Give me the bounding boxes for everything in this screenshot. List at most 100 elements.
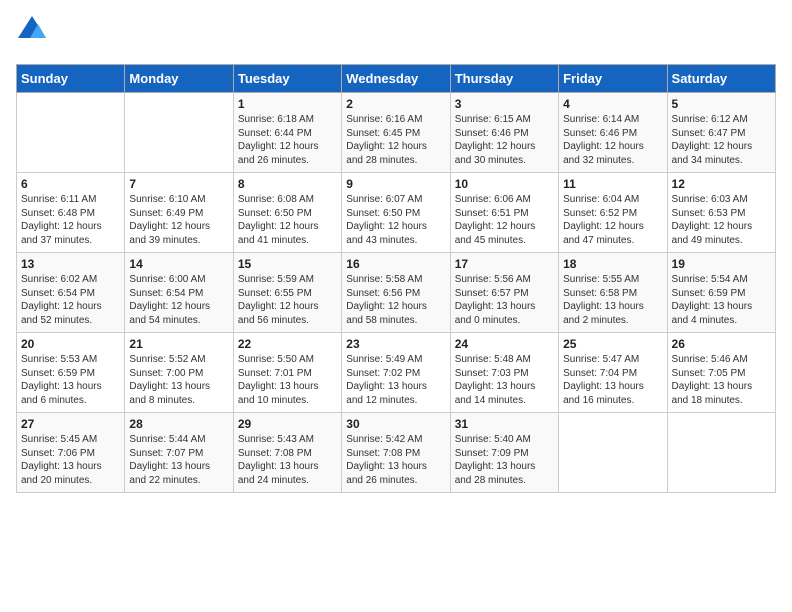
day-info: Sunrise: 5:42 AM Sunset: 7:08 PM Dayligh… [346,433,445,487]
day-cell: 19 Sunrise: 5:54 AM Sunset: 6:59 PM Dayli… [667,253,775,333]
day-info: Sunrise: 5:54 AM Sunset: 6:59 PM Dayligh… [672,273,771,327]
header [16,16,776,56]
day-number: 30 [346,417,445,431]
calendar-table: SundayMondayTuesdayWednesdayThursdayFrid… [16,64,776,493]
day-cell: 9 Sunrise: 6:07 AM Sunset: 6:50 PM Daylig… [342,173,450,253]
day-cell: 10Sunrise: 6:06 AM Sunset: 6:51 PM Dayli… [450,173,558,253]
day-number: 11 [563,177,662,191]
day-info: Sunrise: 6:16 AM Sunset: 6:45 PM Dayligh… [346,113,445,167]
day-cell: 1 Sunrise: 6:18 AM Sunset: 6:44 PM Daylig… [233,93,341,173]
day-info: Sunrise: 5:58 AM Sunset: 6:56 PM Dayligh… [346,273,445,327]
day-number: 23 [346,337,445,351]
day-info: Sunrise: 5:50 AM Sunset: 7:01 PM Dayligh… [238,353,337,407]
day-number: 7 [129,177,228,191]
header-cell-thursday: Thursday [450,65,558,93]
header-cell-monday: Monday [125,65,233,93]
day-number: 17 [455,257,554,271]
day-info: Sunrise: 6:18 AM Sunset: 6:44 PM Dayligh… [238,113,337,167]
day-info: Sunrise: 6:03 AM Sunset: 6:53 PM Dayligh… [672,193,771,247]
week-row-3: 13 Sunrise: 6:02 AM Sunset: 6:54 PM Dayli… [17,253,776,333]
day-cell: 7 Sunrise: 6:10 AM Sunset: 6:49 PM Daylig… [125,173,233,253]
day-cell: 31Sunrise: 5:40 AM Sunset: 7:09 PM Dayli… [450,413,558,493]
day-info: Sunrise: 6:10 AM Sunset: 6:49 PM Dayligh… [129,193,228,247]
day-cell: 3 Sunrise: 6:15 AM Sunset: 6:46 PM Daylig… [450,93,558,173]
header-cell-saturday: Saturday [667,65,775,93]
day-number: 4 [563,97,662,111]
day-info: Sunrise: 5:44 AM Sunset: 7:07 PM Dayligh… [129,433,228,487]
day-number: 28 [129,417,228,431]
day-info: Sunrise: 6:08 AM Sunset: 6:50 PM Dayligh… [238,193,337,247]
day-number: 12 [672,177,771,191]
day-number: 6 [21,177,120,191]
header-cell-tuesday: Tuesday [233,65,341,93]
day-number: 20 [21,337,120,351]
header-cell-wednesday: Wednesday [342,65,450,93]
day-info: Sunrise: 5:59 AM Sunset: 6:55 PM Dayligh… [238,273,337,327]
day-number: 31 [455,417,554,431]
day-number: 26 [672,337,771,351]
day-cell: 2 Sunrise: 6:16 AM Sunset: 6:45 PM Daylig… [342,93,450,173]
day-number: 24 [455,337,554,351]
day-number: 22 [238,337,337,351]
day-cell: 28 Sunrise: 5:44 AM Sunset: 7:07 PM Dayli… [125,413,233,493]
day-info: Sunrise: 6:02 AM Sunset: 6:54 PM Dayligh… [21,273,120,327]
week-row-1: 1 Sunrise: 6:18 AM Sunset: 6:44 PM Daylig… [17,93,776,173]
day-cell [17,93,125,173]
week-row-2: 6Sunrise: 6:11 AM Sunset: 6:48 PM Daylig… [17,173,776,253]
day-info: Sunrise: 5:43 AM Sunset: 7:08 PM Dayligh… [238,433,337,487]
day-info: Sunrise: 6:14 AM Sunset: 6:46 PM Dayligh… [563,113,662,167]
day-number: 5 [672,97,771,111]
logo [16,16,46,56]
day-number: 14 [129,257,228,271]
day-number: 19 [672,257,771,271]
day-number: 15 [238,257,337,271]
day-info: Sunrise: 5:52 AM Sunset: 7:00 PM Dayligh… [129,353,228,407]
day-info: Sunrise: 6:04 AM Sunset: 6:52 PM Dayligh… [563,193,662,247]
day-cell: 21 Sunrise: 5:52 AM Sunset: 7:00 PM Dayli… [125,333,233,413]
header-cell-friday: Friday [559,65,667,93]
day-cell: 29 Sunrise: 5:43 AM Sunset: 7:08 PM Dayli… [233,413,341,493]
day-info: Sunrise: 5:46 AM Sunset: 7:05 PM Dayligh… [672,353,771,407]
day-number: 1 [238,97,337,111]
day-info: Sunrise: 5:45 AM Sunset: 7:06 PM Dayligh… [21,433,120,487]
day-info: Sunrise: 5:49 AM Sunset: 7:02 PM Dayligh… [346,353,445,407]
day-cell: 17 Sunrise: 5:56 AM Sunset: 6:57 PM Dayli… [450,253,558,333]
day-cell: 22 Sunrise: 5:50 AM Sunset: 7:01 PM Dayli… [233,333,341,413]
day-cell: 20 Sunrise: 5:53 AM Sunset: 6:59 PM Dayli… [17,333,125,413]
week-row-4: 20 Sunrise: 5:53 AM Sunset: 6:59 PM Dayli… [17,333,776,413]
day-cell: 12 Sunrise: 6:03 AM Sunset: 6:53 PM Dayli… [667,173,775,253]
day-number: 18 [563,257,662,271]
day-info: Sunrise: 5:53 AM Sunset: 6:59 PM Dayligh… [21,353,120,407]
day-info: Sunrise: 6:07 AM Sunset: 6:50 PM Dayligh… [346,193,445,247]
day-cell [559,413,667,493]
day-info: Sunrise: 5:56 AM Sunset: 6:57 PM Dayligh… [455,273,554,327]
day-cell: 25Sunrise: 5:47 AM Sunset: 7:04 PM Dayli… [559,333,667,413]
header-row: SundayMondayTuesdayWednesdayThursdayFrid… [17,65,776,93]
day-number: 3 [455,97,554,111]
day-number: 29 [238,417,337,431]
day-cell: 26 Sunrise: 5:46 AM Sunset: 7:05 PM Dayli… [667,333,775,413]
day-cell: 16Sunrise: 5:58 AM Sunset: 6:56 PM Dayli… [342,253,450,333]
day-info: Sunrise: 6:15 AM Sunset: 6:46 PM Dayligh… [455,113,554,167]
header-cell-sunday: Sunday [17,65,125,93]
day-info: Sunrise: 6:00 AM Sunset: 6:54 PM Dayligh… [129,273,228,327]
day-cell: 6Sunrise: 6:11 AM Sunset: 6:48 PM Daylig… [17,173,125,253]
day-cell: 11 Sunrise: 6:04 AM Sunset: 6:52 PM Dayli… [559,173,667,253]
day-cell: 18 Sunrise: 5:55 AM Sunset: 6:58 PM Dayli… [559,253,667,333]
day-info: Sunrise: 5:55 AM Sunset: 6:58 PM Dayligh… [563,273,662,327]
week-row-5: 27 Sunrise: 5:45 AM Sunset: 7:06 PM Dayli… [17,413,776,493]
day-number: 21 [129,337,228,351]
day-number: 9 [346,177,445,191]
day-cell: 13 Sunrise: 6:02 AM Sunset: 6:54 PM Dayli… [17,253,125,333]
day-cell: 15 Sunrise: 5:59 AM Sunset: 6:55 PM Dayli… [233,253,341,333]
day-info: Sunrise: 5:47 AM Sunset: 7:04 PM Dayligh… [563,353,662,407]
day-number: 2 [346,97,445,111]
day-number: 10 [455,177,554,191]
day-cell: 14 Sunrise: 6:00 AM Sunset: 6:54 PM Dayli… [125,253,233,333]
day-number: 27 [21,417,120,431]
day-cell: 30 Sunrise: 5:42 AM Sunset: 7:08 PM Dayli… [342,413,450,493]
day-info: Sunrise: 5:48 AM Sunset: 7:03 PM Dayligh… [455,353,554,407]
day-cell: 24 Sunrise: 5:48 AM Sunset: 7:03 PM Dayli… [450,333,558,413]
day-number: 13 [21,257,120,271]
day-info: Sunrise: 6:12 AM Sunset: 6:47 PM Dayligh… [672,113,771,167]
